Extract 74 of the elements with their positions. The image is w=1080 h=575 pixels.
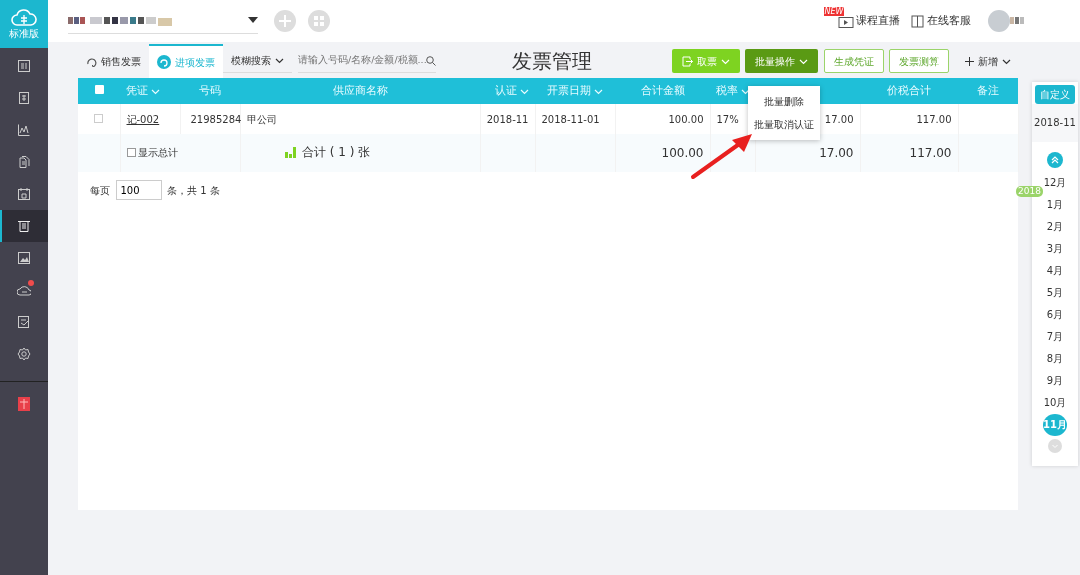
search-icon xyxy=(426,55,436,66)
plus-icon xyxy=(964,56,974,66)
caret-icon xyxy=(275,57,284,64)
tab[interactable]: 销售发票 xyxy=(78,44,149,78)
export-icon xyxy=(681,55,693,67)
pagination-label: 每页 xyxy=(90,183,110,198)
settings-icon xyxy=(17,347,31,361)
cloud-icon xyxy=(17,283,31,297)
current-period: 2018-11 xyxy=(1034,116,1076,131)
cloud-logo-icon xyxy=(11,7,37,26)
month-item[interactable]: 12月 xyxy=(1043,171,1067,194)
refresh-icon xyxy=(86,55,97,67)
sidebar-item[interactable] xyxy=(0,210,48,242)
calendar-icon xyxy=(17,187,31,201)
month-item[interactable]: 2月 xyxy=(1043,215,1067,238)
table-cell: 17.00 xyxy=(824,113,854,125)
scroll-up-icon[interactable] xyxy=(1047,151,1063,168)
pagination-summary: 条，共 1 条 xyxy=(167,183,220,198)
search-field[interactable]: 请输入号码/名称/金额/税额... xyxy=(298,49,436,73)
column-header: 供应商名称 xyxy=(332,82,388,99)
menu-item[interactable]: 批量取消认证 xyxy=(748,113,820,136)
chart-icon xyxy=(17,123,31,137)
document-icon xyxy=(17,91,31,105)
caret-icon xyxy=(799,57,808,65)
year-tag: 2018 xyxy=(1016,186,1043,197)
bar-chart-icon xyxy=(284,146,297,158)
table-cell: 17% xyxy=(716,113,739,125)
month-item[interactable]: 7月 xyxy=(1043,325,1067,348)
new-tag: NEW xyxy=(823,7,845,16)
invoice-icon xyxy=(17,219,31,233)
month-item[interactable]: 3月 xyxy=(1043,237,1067,260)
toolbar-button[interactable]: 新增 xyxy=(954,49,1021,73)
month-item[interactable]: 4月 xyxy=(1043,259,1067,282)
month-item[interactable]: 10月 xyxy=(1043,391,1067,414)
brand-label: 标准版 xyxy=(9,26,39,41)
column-header: 号码 xyxy=(199,82,221,99)
menu-item[interactable]: 批量删除 xyxy=(748,90,820,113)
search-mode-dropdown[interactable]: 模糊搜索 xyxy=(223,49,292,73)
show-total-checkbox[interactable]: 显示总计 xyxy=(126,145,179,160)
scan-icon xyxy=(17,315,31,329)
total-count: 合计 ( 1 ) 张 xyxy=(302,144,371,162)
files-icon xyxy=(17,155,31,169)
month-item[interactable]: 5月 xyxy=(1043,281,1067,304)
column-header: 备注 xyxy=(977,82,999,99)
caret-icon xyxy=(1001,57,1011,65)
total-value: 100.00 xyxy=(661,146,704,160)
voucher-link[interactable]: 记-002 xyxy=(126,113,160,125)
total-value: 17.00 xyxy=(819,146,854,160)
image-icon xyxy=(17,251,31,265)
table-cell: 117.00 xyxy=(916,113,952,125)
page-size-field[interactable]: 100 xyxy=(115,180,162,200)
header-link[interactable]: 课程直播 xyxy=(856,12,901,30)
month-item[interactable]: 1月 xyxy=(1043,193,1067,216)
refresh-icon xyxy=(157,55,171,69)
table-cell: 甲公司 xyxy=(246,113,277,125)
tv-icon xyxy=(837,14,854,28)
table-cell: 21985284 xyxy=(190,113,242,125)
page-title: 发票管理 xyxy=(512,48,592,75)
ledger-icon xyxy=(17,59,31,73)
select-all-checkbox[interactable] xyxy=(94,84,104,94)
book-icon xyxy=(911,14,925,28)
table-cell: 2018-11 xyxy=(486,113,529,125)
month-item[interactable]: 9月 xyxy=(1043,369,1067,392)
column-header: 合计金额 xyxy=(640,82,685,99)
header-link[interactable]: 在线客服 xyxy=(927,12,971,30)
column-header: 价税合计 xyxy=(887,82,931,99)
month-item[interactable]: 8月 xyxy=(1043,347,1067,370)
table-cell: 100.00 xyxy=(668,113,704,125)
dropdown-caret-icon[interactable] xyxy=(248,17,258,24)
month-item[interactable]: 6月 xyxy=(1043,303,1067,326)
caret-icon xyxy=(720,57,730,65)
total-value: 117.00 xyxy=(909,146,952,160)
row-checkbox[interactable] xyxy=(94,113,104,123)
table-cell: 2018-11-01 xyxy=(541,113,600,125)
